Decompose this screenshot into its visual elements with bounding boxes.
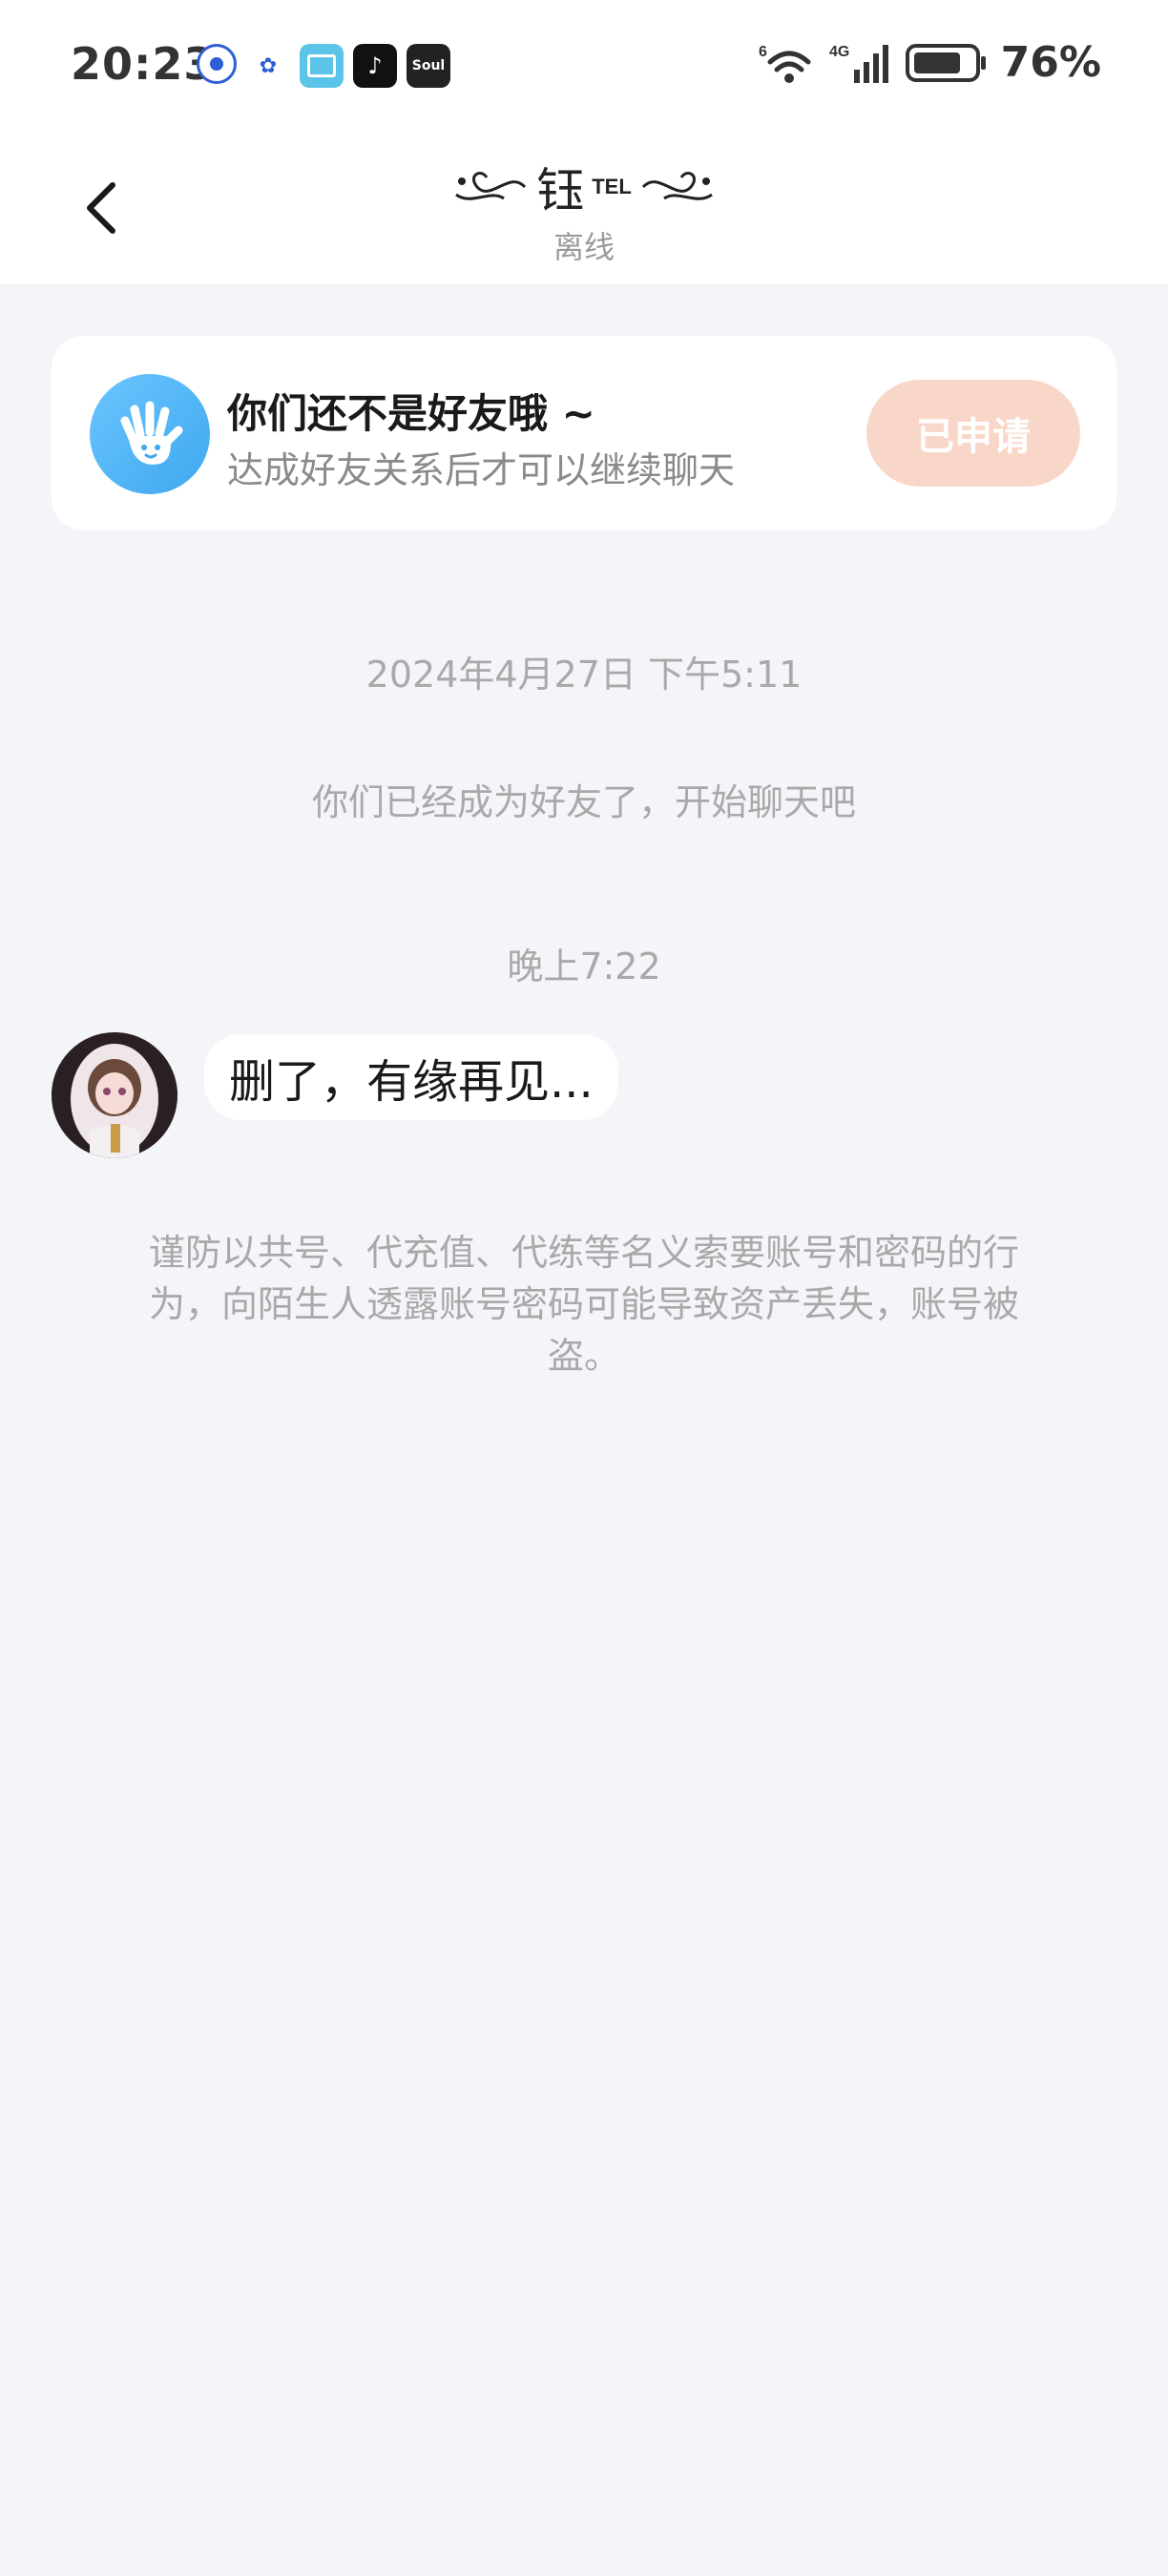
location-app-icon — [197, 44, 237, 84]
contact-info[interactable]: 钰 TEL 离线 — [0, 153, 1168, 267]
waving-hand-icon — [90, 374, 210, 494]
status-indicators: 6 4G 76% — [759, 38, 1101, 87]
baidu-icon: ✿ — [246, 44, 290, 88]
soul-app-icon: Soul — [407, 44, 450, 88]
wifi-icon: 6 — [759, 44, 811, 83]
battery-icon — [905, 43, 986, 82]
avatar[interactable] — [52, 1032, 177, 1158]
security-warning: 谨防以共号、代充值、代练等名义索要账号和密码的行为，向陌生人透露账号密码可能导致… — [148, 1232, 1019, 1377]
reader-app-icon — [300, 44, 344, 88]
tiktok-icon: ♪ — [353, 44, 397, 88]
system-message: 你们已经成为好友了，开始聊天吧 — [311, 781, 856, 823]
chat-timestamp: 2024年4月27日 下午5:11 — [365, 654, 803, 696]
status-time: 20:23 — [71, 38, 216, 90]
cellular-signal-icon: 4G — [829, 44, 888, 83]
swirl-decoration-left-icon — [455, 172, 527, 200]
status-bar: 20:23 ✿ ♪ Soul 6 4G 76% — [0, 0, 1168, 134]
swirl-decoration-right-icon — [641, 172, 713, 200]
chat-header: 钰 TEL 离线 — [0, 134, 1168, 284]
avatar-image — [52, 1032, 177, 1158]
friend-request-card: 你们还不是好友哦 ~ 达成好友关系后才可以继续聊天 已申请 — [52, 336, 1116, 530]
svg-text:6: 6 — [759, 44, 767, 60]
svg-text:4G: 4G — [829, 44, 849, 60]
friend-notice-title: 你们还不是好友哦 ~ — [227, 390, 595, 437]
chat-timestamp: 晚上7:22 — [507, 945, 661, 987]
message-bubble[interactable]: 删了，有缘再见... — [204, 1034, 618, 1120]
online-status: 离线 — [553, 229, 615, 265]
friend-notice-subtitle: 达成好友关系后才可以继续聊天 — [227, 449, 736, 491]
request-sent-button[interactable]: 已申请 — [866, 380, 1080, 487]
notification-icons: ✿ ♪ Soul — [197, 44, 450, 88]
battery-percentage: 76% — [1000, 38, 1101, 87]
contact-name: 钰 TEL — [452, 153, 716, 221]
contact-name-text: 钰 — [536, 163, 585, 218]
contact-name-suffix: TEL — [592, 175, 632, 198]
